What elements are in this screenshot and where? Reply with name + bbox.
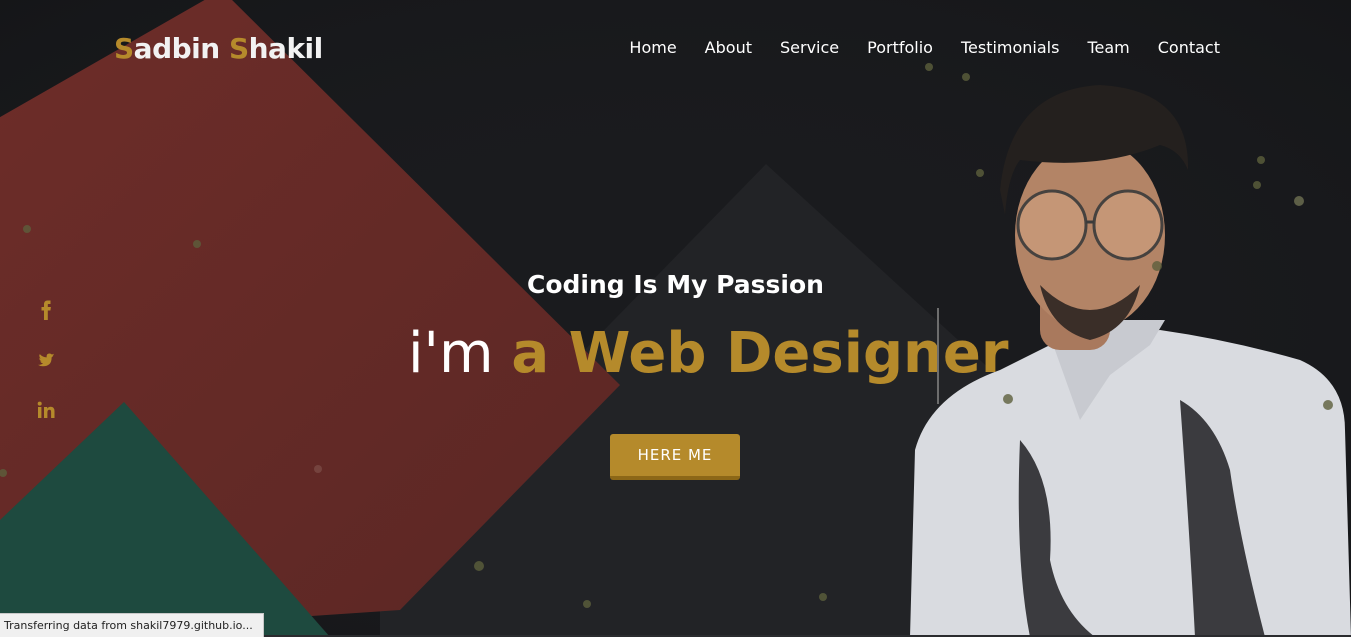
- nav-item-contact[interactable]: Contact: [1144, 38, 1220, 58]
- twitter-icon[interactable]: [34, 348, 58, 374]
- facebook-icon[interactable]: [34, 298, 58, 324]
- hero-tagline: Coding Is My Passion: [0, 270, 1351, 299]
- tagline-text: Coding Is My Passion: [527, 270, 824, 299]
- nav-item-testimonials[interactable]: Testimonials: [947, 38, 1074, 58]
- typing-cursor: [937, 308, 939, 404]
- nav-item-about[interactable]: About: [691, 38, 766, 58]
- here-me-button[interactable]: HERE ME: [610, 434, 740, 480]
- nav-item-portfolio[interactable]: Portfolio: [853, 38, 947, 58]
- social-links: [34, 298, 58, 424]
- headline-role: a Web Designer: [511, 321, 1009, 386]
- linkedin-icon[interactable]: [34, 398, 58, 424]
- brand-logo[interactable]: Sadbin Shakil: [114, 32, 323, 65]
- headline-prefix: i'm: [408, 321, 494, 386]
- browser-status-bar: Transferring data from shakil7979.github…: [0, 613, 264, 637]
- logo-first-initial: S: [114, 32, 134, 65]
- hero-headline: i'm a Web Designer: [408, 314, 1009, 394]
- main-navigation: Home About Service Portfolio Testimonial…: [615, 38, 1220, 58]
- logo-first-rest: adbin: [133, 32, 221, 65]
- nav-item-service[interactable]: Service: [766, 38, 853, 58]
- nav-item-home[interactable]: Home: [615, 38, 690, 58]
- nav-item-team[interactable]: Team: [1073, 38, 1143, 58]
- logo-last-rest: hakil: [248, 32, 324, 65]
- logo-last-initial: S: [228, 32, 249, 65]
